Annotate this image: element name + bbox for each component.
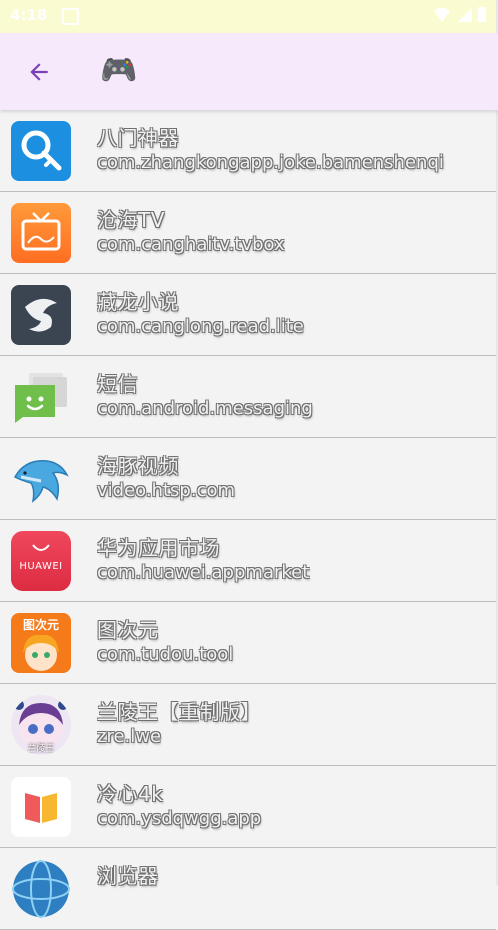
list-item[interactable]: 图次元 图次元 com.tudou.tool: [0, 602, 496, 684]
book-icon: [11, 777, 71, 837]
notification-icon: [62, 8, 79, 25]
back-button[interactable]: [22, 55, 56, 89]
list-item[interactable]: 藏龙小说 com.canglong.read.lite: [0, 274, 496, 356]
app-name: 短信: [97, 372, 138, 396]
arrow-left-icon: [30, 63, 48, 81]
gamepad-icon: 🎮: [100, 53, 138, 88]
status-icons: [432, 7, 486, 22]
app-package: zre.lwe: [97, 726, 162, 747]
app-name: 冷心4k: [97, 782, 164, 806]
icon-label: 图次元: [22, 618, 59, 632]
anime-girl-icon: 图次元: [11, 613, 71, 673]
app-package: com.ysdqwgg.app: [97, 808, 262, 829]
app-name: 兰陵王【重制版】: [97, 700, 261, 724]
signal-icon: [458, 7, 472, 22]
icon-label: 兰陵王: [27, 744, 55, 754]
app-package: video.htsp.com: [97, 480, 236, 501]
app-bar: 🎮: [0, 33, 498, 110]
list-item[interactable]: 沧海TV com.canghaitv.tvbox: [0, 192, 496, 274]
list-item[interactable]: 八门神器 com.zhangkongapp.joke.bamenshenqi: [0, 110, 496, 192]
tv-icon: [11, 203, 71, 263]
battery-icon: [478, 7, 486, 22]
list-item[interactable]: 浏览器: [0, 848, 496, 930]
app-name: 沧海TV: [97, 208, 165, 232]
app-name: 图次元: [97, 618, 159, 642]
dolphin-icon: [11, 449, 71, 509]
key-icon: [11, 121, 71, 181]
list-item[interactable]: HUAWEI 华为应用市场 com.huawei.appmarket: [0, 520, 496, 602]
app-package: com.tudou.tool: [97, 644, 234, 665]
list-item[interactable]: 兰陵王 兰陵王【重制版】 zre.lwe: [0, 684, 496, 766]
app-name: 华为应用市场: [97, 536, 220, 560]
globe-icon: [11, 859, 71, 919]
app-name: 海豚视频: [97, 454, 179, 478]
app-package: com.huawei.appmarket: [97, 562, 310, 583]
message-icon: [11, 367, 71, 427]
app-package: com.zhangkongapp.joke.bamenshenqi: [97, 152, 444, 173]
app-package: com.canghaitv.tvbox: [97, 234, 285, 255]
wifi-icon: [432, 7, 452, 22]
dragon-logo-icon: [11, 285, 71, 345]
app-name: 藏龙小说: [97, 290, 179, 314]
app-package: com.canglong.read.lite: [97, 316, 304, 337]
list-item[interactable]: 冷心4k com.ysdqwgg.app: [0, 766, 496, 848]
status-bar: 4:18: [0, 0, 498, 33]
anime-character-icon: 兰陵王: [11, 695, 71, 755]
list-item[interactable]: 短信 com.android.messaging: [0, 356, 496, 438]
app-list: 八门神器 com.zhangkongapp.joke.bamenshenqi 沧…: [0, 110, 496, 930]
app-package: com.android.messaging: [97, 398, 313, 419]
huawei-bag-icon: HUAWEI: [11, 531, 71, 591]
huawei-icon-text: HUAWEI: [19, 561, 63, 572]
app-name: 八门神器: [97, 126, 179, 150]
list-item[interactable]: 海豚视频 video.htsp.com: [0, 438, 496, 520]
status-time: 4:18: [10, 6, 48, 24]
